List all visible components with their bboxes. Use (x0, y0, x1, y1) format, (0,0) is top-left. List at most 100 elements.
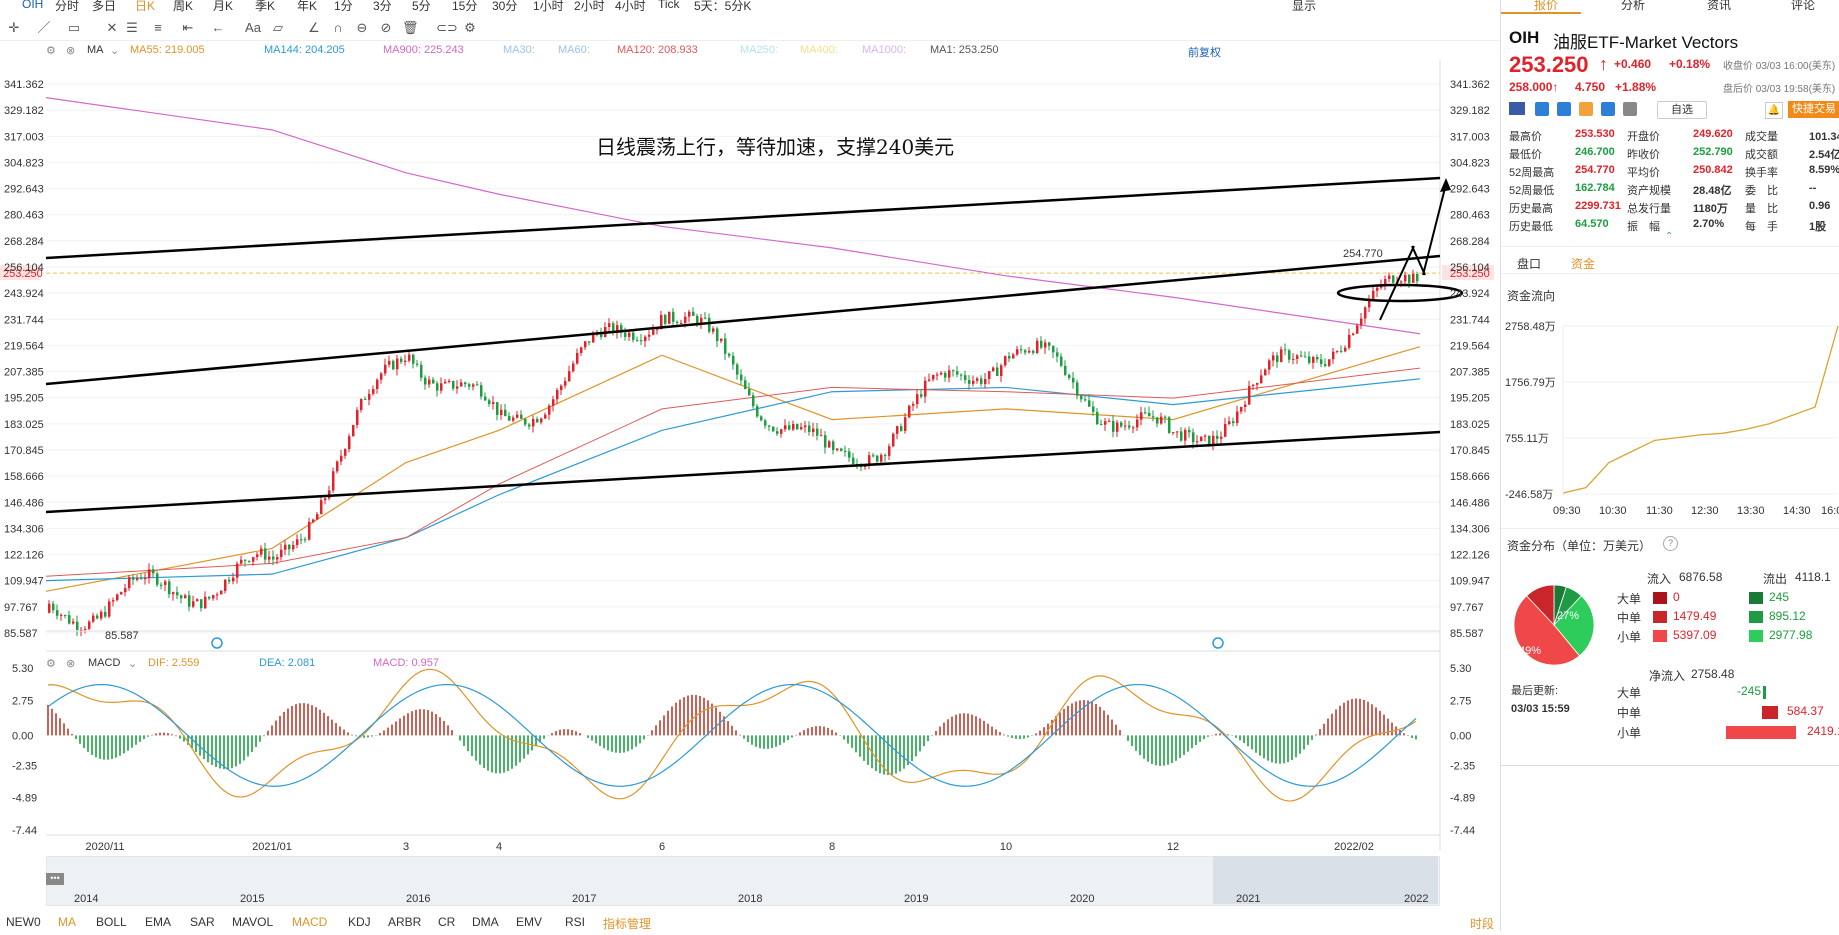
period-tab[interactable]: OIH (22, 0, 43, 11)
fork-tool-icon[interactable]: ✕ (104, 20, 120, 36)
candle-body (1104, 421, 1107, 425)
period-tab[interactable]: 月K (213, 0, 233, 12)
indicator-button[interactable]: MAVOL (232, 915, 273, 929)
display-menu[interactable]: 显示 (1292, 0, 1316, 14)
close-icon[interactable]: ⊗ (66, 44, 75, 57)
brush-tool-icon[interactable]: ∠ (306, 20, 322, 36)
crosshair-icon[interactable]: ✛ (6, 20, 22, 36)
period-tab[interactable]: 5分 (412, 0, 431, 12)
candle-body (1348, 334, 1351, 348)
price-chart[interactable]: 253.250 253.250 341.362 329.182 317.003 304.… (0, 60, 1500, 935)
candle-body (528, 424, 531, 427)
period-tab[interactable]: 15分 (452, 0, 477, 12)
macd-collapse-icon[interactable]: ⌄ (128, 657, 137, 670)
tab-funds[interactable]: 资金 (1571, 255, 1595, 272)
indicator-button[interactable]: RSI (565, 915, 585, 929)
period-tab[interactable]: 季K (255, 0, 275, 12)
candle-body (500, 409, 503, 415)
overview-year-label: 2016 (406, 893, 431, 905)
trash-icon[interactable]: 🗑 (402, 20, 419, 36)
period-tab[interactable]: 年K (297, 0, 317, 12)
candle-body (1308, 356, 1311, 363)
tab-orderbook[interactable]: 盘口 (1517, 255, 1541, 272)
magnet-icon[interactable]: ∩ (330, 20, 346, 36)
hline-tool-icon[interactable]: ≡ (150, 20, 166, 36)
period-tab[interactable]: 3分 (373, 0, 392, 12)
arrow-tool-icon[interactable]: ← (210, 20, 226, 36)
settings-icon[interactable]: ⚙ (46, 44, 56, 57)
candle-body (1252, 384, 1255, 386)
candle-body (1148, 412, 1151, 417)
candle-body (340, 455, 343, 462)
indicator-button[interactable]: 指标管理 (603, 915, 651, 932)
indicator-button[interactable]: BOLL (96, 915, 127, 929)
close-icon[interactable]: ⊗ (66, 657, 75, 670)
candle-body (504, 409, 507, 417)
bell-icon[interactable]: 🔔 (1765, 102, 1783, 119)
period-tab[interactable]: 日K (135, 0, 155, 12)
indicator-button[interactable]: CR (438, 915, 455, 929)
indicator-button[interactable]: NEW0 (6, 915, 41, 929)
candle-body (276, 557, 279, 560)
indicator-button[interactable]: EMV (516, 915, 542, 929)
app-icon-2[interactable] (1557, 102, 1571, 116)
info-icon[interactable]: ? (1663, 536, 1678, 551)
candle-body (184, 595, 187, 599)
candle-body (876, 455, 879, 462)
watchlist-button[interactable]: 自选 (1657, 101, 1707, 119)
overview-menu-icon[interactable]: ••• (46, 873, 64, 885)
app-icon-5[interactable] (1623, 102, 1637, 116)
link-icon[interactable]: ⊂⊃ (436, 20, 458, 36)
measure-tool-icon[interactable]: ⇤ (180, 20, 196, 36)
tab-comment[interactable]: 评论 (1791, 0, 1815, 13)
indicator-button[interactable]: MA (58, 915, 76, 929)
collapse-icon[interactable]: ⌃ (1665, 231, 1673, 242)
indicator-button[interactable]: SAR (190, 915, 215, 929)
period-tab[interactable]: 1分 (334, 0, 353, 12)
period-tab[interactable]: 多日 (92, 0, 116, 12)
app-icon-3[interactable] (1579, 102, 1593, 116)
period-tab[interactable]: 4小时 (615, 0, 646, 12)
indicator-button[interactable]: MACD (292, 915, 327, 929)
period-tab[interactable]: 分时 (55, 0, 79, 12)
adjust-button[interactable]: 前复权 (1188, 44, 1221, 60)
app-icon-4[interactable] (1601, 102, 1615, 116)
fast-trade-button[interactable]: 快捷交易 (1788, 101, 1839, 118)
note-tool-icon[interactable]: ▱ (270, 20, 286, 36)
macd-tick-label: 5.30 (12, 663, 33, 675)
line-tool-icon[interactable]: ／ (36, 20, 52, 36)
hide-tool-icon[interactable]: ⊘ (378, 20, 394, 36)
event-marker-icon[interactable] (1212, 637, 1224, 649)
period-tab[interactable]: 2小时 (574, 0, 605, 12)
y-tick-label: 170.845 (4, 445, 44, 457)
rect-tool-icon[interactable]: ▭ (66, 20, 82, 36)
candle-body (1072, 377, 1075, 383)
time-link[interactable]: 时段 (1470, 915, 1494, 932)
candle-body (896, 426, 899, 434)
indicator-button[interactable]: KDJ (348, 915, 371, 929)
candle-body (640, 340, 643, 342)
settings-icon[interactable]: ⚙ (462, 20, 478, 36)
size-label: 中单 (1617, 611, 1642, 625)
ma30-value: MA30: (503, 44, 535, 56)
period-tab[interactable]: 周K (173, 0, 193, 12)
candle-body (1260, 375, 1263, 384)
ma-collapse-icon[interactable]: ⌄ (110, 44, 119, 57)
fib-tool-icon[interactable]: ☰ (124, 20, 140, 36)
candle-body (1304, 356, 1307, 358)
outflow-amount: 2977.98 (1769, 628, 1813, 642)
indicator-button[interactable]: ARBR (388, 915, 421, 929)
indicator-button[interactable]: DMA (472, 915, 499, 929)
tab-news[interactable]: 资讯 (1707, 0, 1731, 13)
lock-tool-icon[interactable]: ⊖ (354, 20, 370, 36)
event-marker-icon[interactable] (211, 637, 223, 649)
text-tool-icon[interactable]: Aa (245, 20, 261, 36)
indicator-button[interactable]: EMA (145, 915, 171, 929)
period-tab[interactable]: Tick (658, 0, 680, 11)
period-tab[interactable]: 1小时 (533, 0, 564, 12)
settings-icon[interactable]: ⚙ (46, 657, 56, 670)
app-icon-1[interactable] (1535, 102, 1549, 116)
period-tab[interactable]: 30分 (492, 0, 517, 12)
tab-analysis[interactable]: 分析 (1621, 0, 1645, 13)
period-tab[interactable]: 5天：5分K (694, 0, 751, 12)
